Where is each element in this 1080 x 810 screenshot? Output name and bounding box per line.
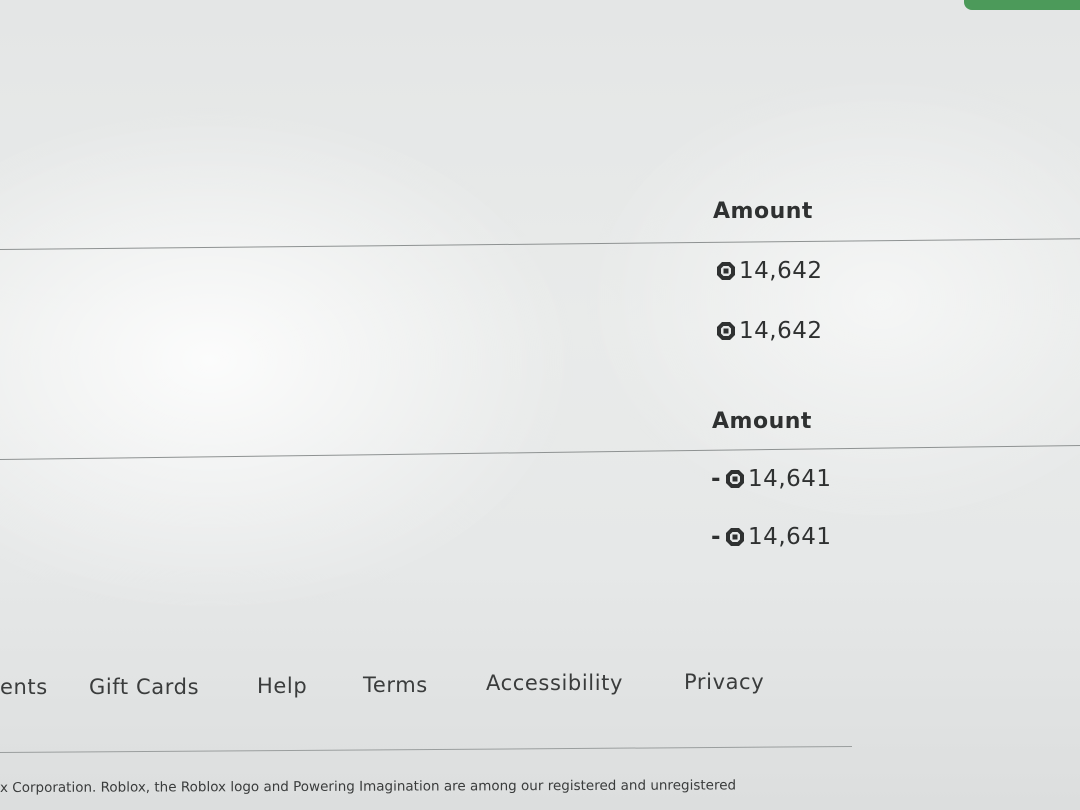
footer-link-privacy[interactable]: Privacy [684, 670, 764, 694]
robux-icon [716, 261, 736, 281]
robux-icon [716, 321, 736, 341]
footer-link-payments[interactable]: ents [0, 675, 48, 699]
table-header-divider [0, 445, 1080, 460]
table-header-divider [0, 238, 1080, 250]
table-row-amount: - 14,641 [711, 466, 832, 492]
negative-sign: - [711, 466, 722, 492]
robux-icon [725, 469, 745, 489]
footer-link-terms[interactable]: Terms [363, 673, 428, 697]
footer-divider [0, 746, 852, 753]
footer-link-accessibility[interactable]: Accessibility [486, 671, 623, 695]
amount-value: 14,641 [748, 524, 832, 550]
copyright-text: x Corporation. Roblox, the Roblox logo a… [0, 777, 737, 796]
table-row-amount: - 14,641 [711, 524, 832, 550]
amount-column-header: Amount [712, 409, 812, 434]
footer-link-gift-cards[interactable]: Gift Cards [89, 675, 199, 699]
table-row-amount: 14,642 [716, 258, 822, 284]
amount-value: 14,642 [739, 318, 823, 344]
amount-value: 14,642 [739, 258, 823, 284]
table-row-amount: 14,642 [716, 318, 822, 344]
footer-link-help[interactable]: Help [257, 674, 307, 698]
negative-sign: - [711, 524, 722, 550]
robux-icon [725, 527, 745, 547]
amount-column-header: Amount [713, 199, 813, 224]
amount-value: 14,641 [748, 466, 832, 492]
header-accent-tab[interactable] [964, 0, 1080, 10]
